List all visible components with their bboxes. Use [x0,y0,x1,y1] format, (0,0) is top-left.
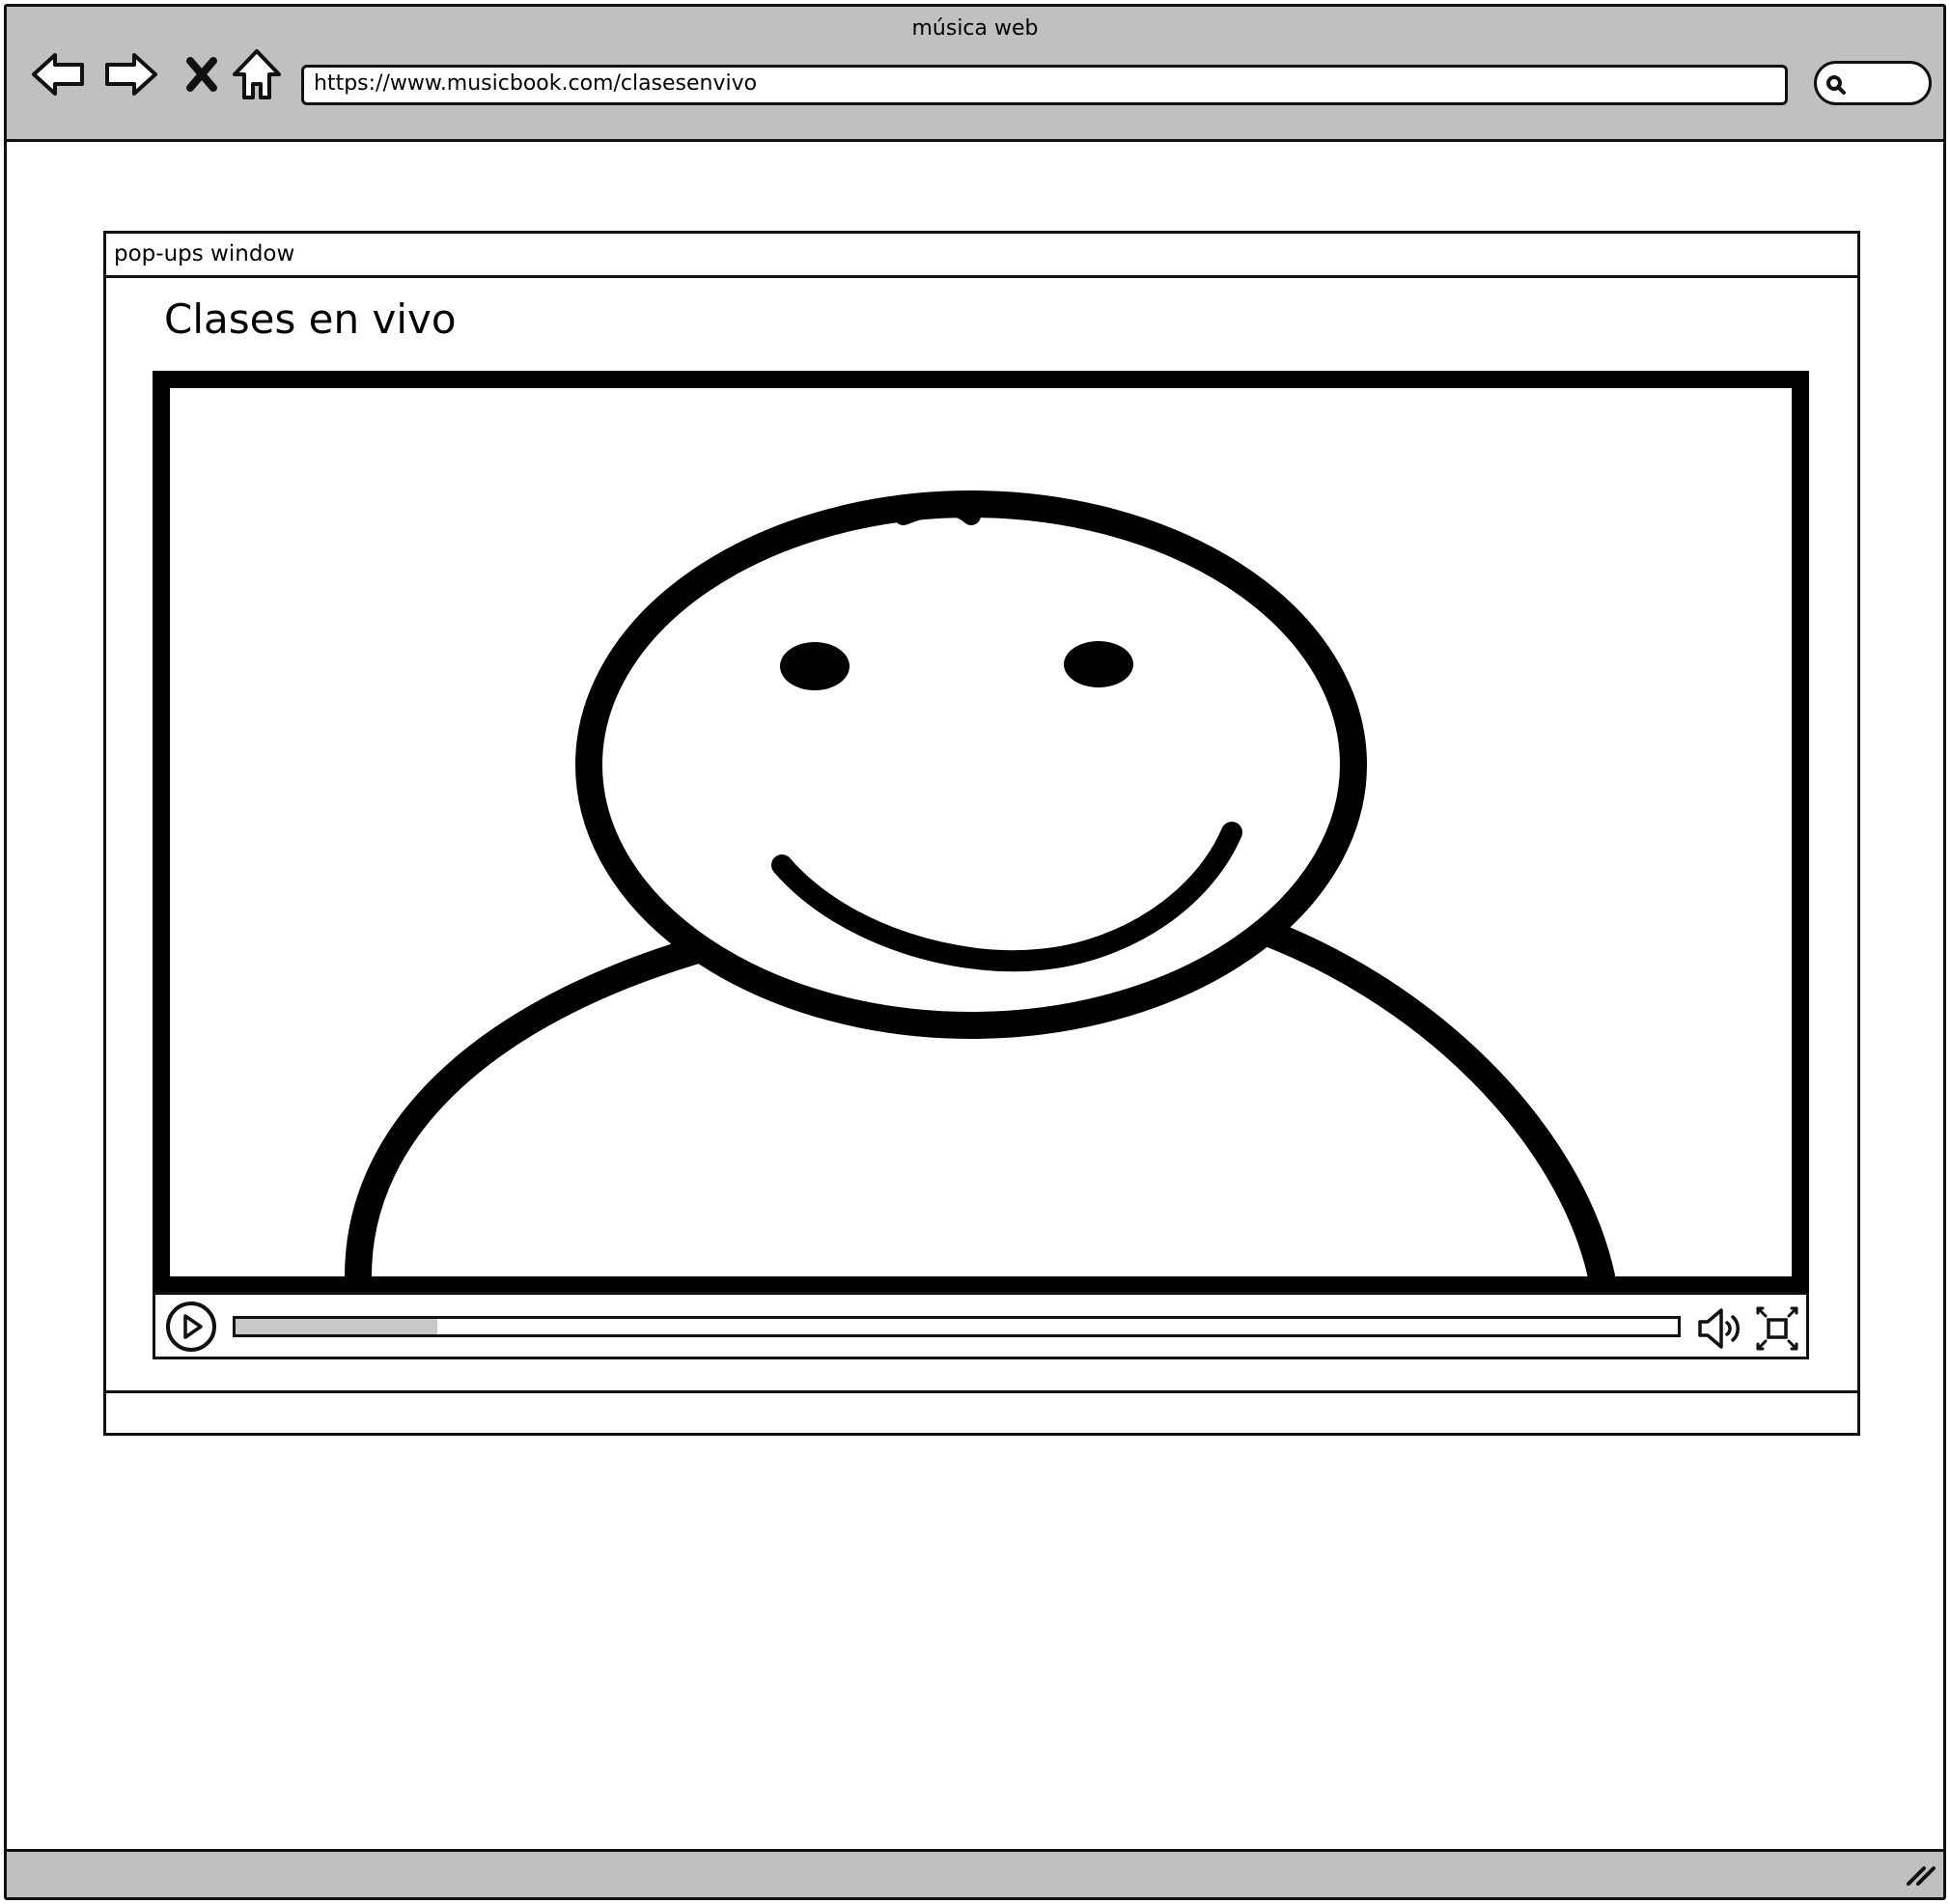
popup-header-title: pop-ups window [106,234,1857,278]
popup-window: pop-ups window Clases en vivo [103,231,1860,1436]
resize-grip[interactable] [1903,1855,1937,1893]
url-bar[interactable]: https://www.musicbook.com/clasesenvivo [301,65,1788,105]
arrow-right-icon [105,53,157,96]
resize-grip-icon [1907,1866,1936,1886]
window-title: música web [911,16,1039,41]
browser-statusbar [7,1849,1943,1897]
volume-button[interactable] [1696,1306,1744,1351]
popup-footer [106,1390,1857,1393]
back-button[interactable] [30,47,88,101]
video-controls [153,1292,1809,1359]
popup-heading: Clases en vivo [164,295,457,343]
close-icon [186,57,217,92]
person-avatar-placeholder [345,490,1615,1276]
home-icon [233,49,281,99]
play-button[interactable] [165,1301,217,1353]
search-input[interactable] [1814,61,1932,105]
volume-icon [1698,1308,1740,1349]
arrow-left-icon [32,53,84,96]
fullscreen-button[interactable] [1754,1304,1800,1353]
home-button[interactable] [231,47,283,101]
fullscreen-icon [1756,1306,1798,1351]
progress-fill [236,1319,438,1334]
play-icon [166,1302,216,1352]
stop-button[interactable] [184,47,219,101]
video-area[interactable] [153,371,1809,1294]
progress-bar[interactable] [233,1316,1681,1337]
browser-titlebar: música web https://www.musicbook.com/cla… [7,7,1943,142]
browser-window: música web https://www.musicbook.com/cla… [4,4,1946,1900]
forward-button[interactable] [101,47,159,101]
search-icon [1826,75,1846,95]
